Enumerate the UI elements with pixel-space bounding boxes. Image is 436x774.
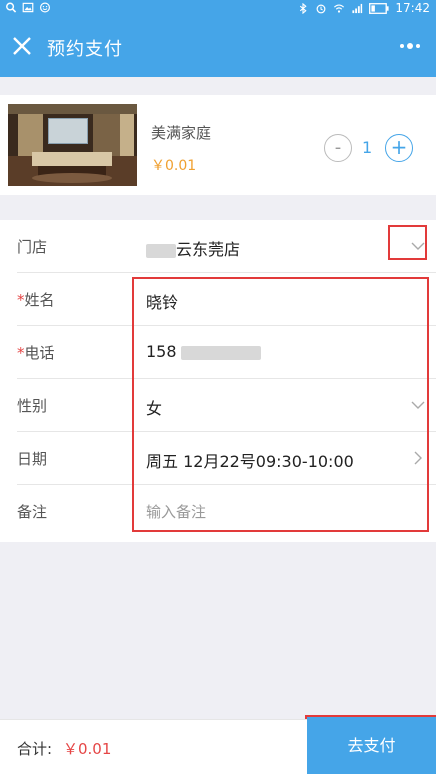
quantity-value: 1 — [362, 138, 373, 157]
store-label: 门店 — [17, 238, 48, 256]
remark-input[interactable]: 输入备注 — [146, 501, 206, 522]
more-icon[interactable] — [398, 36, 422, 56]
gender-label: 性别 — [17, 397, 48, 415]
product-name: 美满家庭 — [151, 124, 212, 142]
booking-form: 门店 云东莞店 *姓名 晓铃 *电话 158 性别 女 日期 周五 12月22号… — [0, 220, 436, 542]
date-label: 日期 — [17, 450, 48, 468]
status-bar: 17:42 — [0, 0, 436, 18]
page-title: 预约支付 — [47, 39, 123, 60]
gender-row[interactable]: 性别 女 — [17, 379, 436, 432]
signal-icon — [352, 3, 363, 13]
product-price: ￥0.01 — [151, 158, 197, 174]
smiley-icon — [40, 2, 50, 13]
bluetooth-icon — [300, 2, 308, 14]
blurred-text — [146, 243, 176, 258]
phone-label: *电话 — [17, 344, 55, 362]
phone-field[interactable]: 158 — [146, 342, 261, 361]
store-row[interactable]: 门店 云东莞店 — [17, 220, 436, 273]
quantity-increase-button[interactable]: + — [385, 134, 413, 162]
battery-icon — [369, 2, 390, 14]
blurred-text — [180, 345, 261, 360]
chevron-down-icon[interactable] — [411, 398, 425, 412]
remark-label: 备注 — [17, 503, 48, 521]
remark-row[interactable]: 备注 输入备注 — [17, 485, 436, 538]
total-value: ￥0.01 — [63, 740, 112, 758]
date-row[interactable]: 日期 周五 12月22号09:30-10:00 — [17, 432, 436, 485]
chevron-right-icon[interactable] — [411, 451, 425, 465]
wifi-icon — [334, 3, 345, 13]
name-label: *姓名 — [17, 291, 55, 309]
status-time: 17:42 — [395, 1, 430, 15]
nav-bar: 预约支付 — [0, 18, 436, 77]
store-value[interactable]: 云东莞店 — [146, 236, 240, 260]
phone-row[interactable]: *电话 158 — [17, 326, 436, 379]
quantity-decrease-button[interactable]: - — [324, 134, 352, 162]
pay-button[interactable]: 去支付 — [307, 717, 436, 774]
name-field[interactable]: 晓铃 — [146, 289, 178, 313]
close-icon[interactable] — [10, 34, 34, 58]
product-image — [8, 104, 137, 186]
name-row[interactable]: *姓名 晓铃 — [17, 273, 436, 326]
search-icon — [6, 2, 17, 13]
alarm-icon — [316, 4, 326, 13]
chevron-down-icon[interactable] — [411, 239, 425, 253]
total-label: 合计: — [17, 740, 53, 758]
image-icon — [22, 2, 34, 13]
date-select[interactable]: 周五 12月22号09:30-10:00 — [146, 448, 354, 472]
gender-select[interactable]: 女 — [146, 395, 162, 419]
